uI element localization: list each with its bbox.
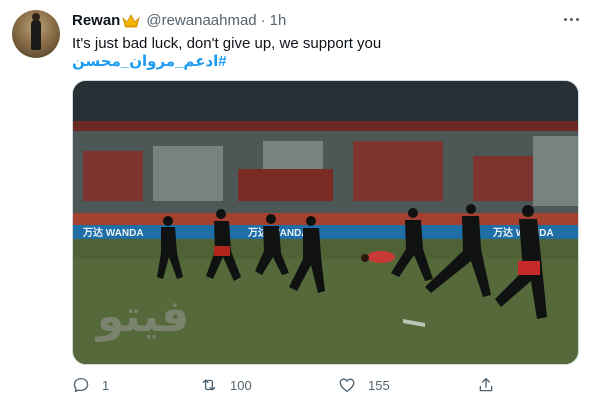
reply-icon (73, 377, 89, 393)
ad-board-top (73, 213, 578, 225)
more-dot (575, 17, 579, 21)
like-button[interactable]: 155 (338, 372, 390, 398)
tweet-card[interactable]: Rewan @rewanaahmad · 1h It's just bad lu… (0, 0, 597, 404)
crown-icon (122, 14, 141, 28)
separator-dot: · (260, 11, 266, 29)
banner-text-1: 万达 WANDA (82, 226, 144, 239)
reply-count: 1 (102, 377, 110, 393)
tunnel-screen (238, 169, 333, 201)
tweet-media-photo[interactable]: 万达 WANDA 万达 WANDA 万达 WANDA فيت (72, 80, 579, 365)
tweet-header: Rewan @rewanaahmad · 1h (72, 10, 286, 30)
share-icon (479, 377, 493, 392)
pitch-shade (73, 239, 578, 259)
stadium-roof (73, 81, 578, 121)
watermark-logo: فيتو (95, 291, 189, 342)
tweet-timestamp[interactable]: 1h (270, 12, 287, 29)
avatar-figure (31, 13, 41, 50)
avatar[interactable] (12, 10, 60, 58)
display-name[interactable]: Rewan (72, 12, 120, 29)
tweet-text: It's just bad luck, don't give up, we su… (72, 35, 382, 52)
user-handle[interactable]: @rewanaahmad (146, 12, 256, 29)
reply-button[interactable]: 1 (72, 372, 109, 398)
retweet-icon (202, 379, 216, 391)
stadium-photo: 万达 WANDA 万达 WANDA 万达 WANDA فيت (73, 81, 578, 364)
upper-ring (73, 121, 578, 131)
more-options-icon[interactable] (560, 10, 582, 28)
retweet-button[interactable]: 100 (200, 372, 252, 398)
retweet-count: 100 (230, 377, 252, 393)
hashtag-link[interactable]: #ادعم_مروان_محسن (72, 52, 227, 72)
more-dot (569, 17, 573, 21)
action-bar: 1 100 155 (72, 372, 579, 398)
more-dot (563, 17, 567, 21)
like-count: 155 (368, 377, 390, 393)
share-button[interactable] (477, 372, 507, 398)
heart-icon (339, 378, 355, 393)
